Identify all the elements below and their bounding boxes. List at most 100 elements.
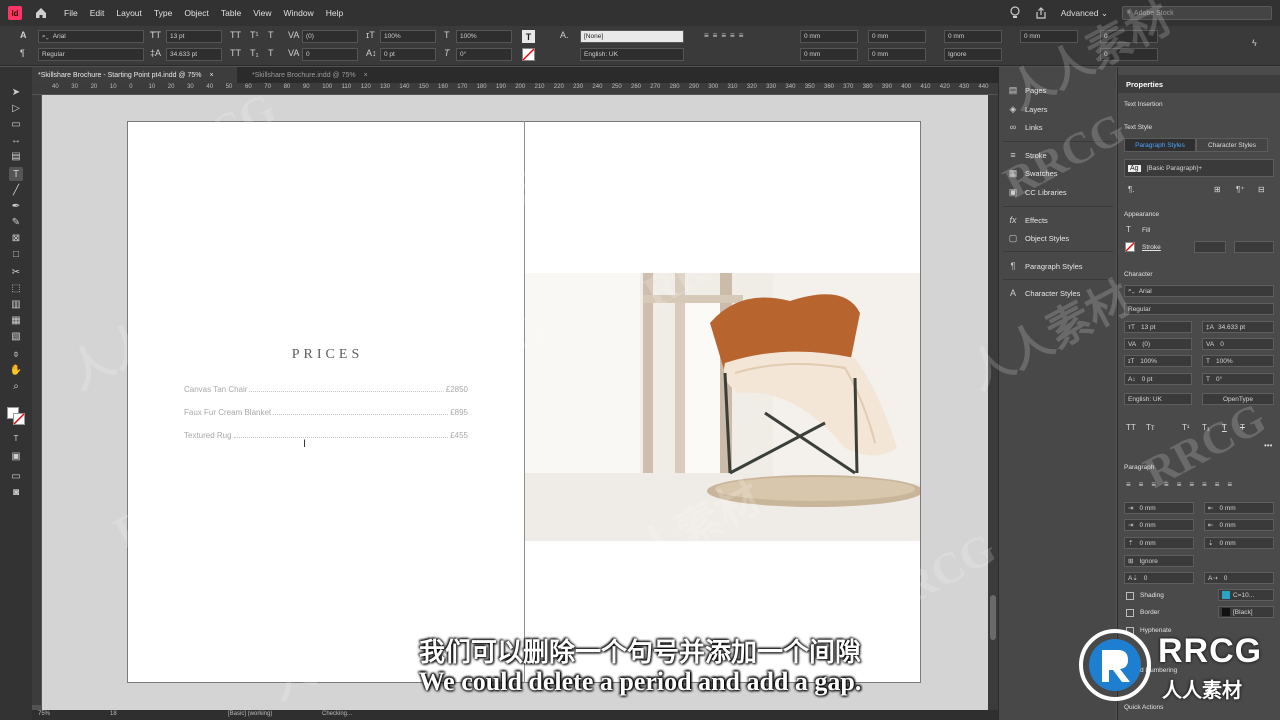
tab-character-styles[interactable]: Character Styles <box>1196 138 1268 152</box>
subscript-button[interactable]: T₁ <box>250 48 259 58</box>
small-caps-icon[interactable]: Tт <box>1146 423 1155 432</box>
baseline-shift-field[interactable]: A↕ 0 pt <box>1124 373 1192 385</box>
menu-object[interactable]: Object <box>184 8 209 18</box>
horizontal-scale-field[interactable]: 100% <box>456 30 512 43</box>
page-number-field[interactable]: 18 <box>110 711 117 717</box>
kerning-field[interactable]: VA (0) <box>1124 338 1192 350</box>
content-collector-icon[interactable]: ▤ <box>9 149 23 163</box>
fill-stroke-swatch[interactable] <box>7 407 25 425</box>
selection-tool-icon[interactable]: ➤ <box>9 85 23 99</box>
page-title[interactable]: PRICES <box>250 347 405 363</box>
tracking-field[interactable]: 0 <box>302 48 358 61</box>
zoom-tool-icon[interactable]: ⌕ <box>9 379 23 393</box>
character-style-field[interactable]: [None] <box>580 30 684 43</box>
underline-icon[interactable]: T <box>1222 423 1227 432</box>
stroke-type-field[interactable] <box>1234 241 1274 253</box>
share-icon[interactable] <box>1035 6 1047 20</box>
free-transform-tool-icon[interactable]: ⬚ <box>9 281 23 295</box>
pilcrow-icon[interactable]: ¶. <box>1128 185 1135 194</box>
skew-field[interactable]: 0° <box>456 48 512 61</box>
paragraph-align-buttons[interactable]: ≡ ≡ ≡ ≡ ≡ ≡ ≡ ≡ ≡ <box>1126 480 1276 490</box>
menu-layout[interactable]: Layout <box>116 8 142 18</box>
properties-tab[interactable]: Properties <box>1126 80 1163 89</box>
space-after-field[interactable]: 0 mm <box>1020 30 1078 43</box>
price-row[interactable]: Faux Fur Cream Blanket £895 <box>184 408 468 420</box>
edit-style-icon[interactable]: ⊟ <box>1258 185 1265 194</box>
paragraph-style-select[interactable]: Ag [Basic Paragraph]+ <box>1124 159 1274 177</box>
pen-tool-icon[interactable]: ✒ <box>9 199 23 213</box>
border-checkbox[interactable] <box>1126 609 1134 617</box>
panel-effects[interactable]: fx Effects <box>1007 215 1047 225</box>
normal-view-icon[interactable]: ▣ <box>9 449 23 463</box>
panel-stroke[interactable]: ≡ Stroke <box>1007 150 1046 160</box>
stroke-none-icon[interactable] <box>522 48 535 61</box>
superscript-button[interactable]: T¹ <box>250 30 259 40</box>
menu-window[interactable]: Window <box>284 8 314 18</box>
all-caps-icon[interactable]: TT <box>1126 423 1136 432</box>
price-row[interactable]: Textured Rug £455 <box>184 431 468 443</box>
drop-cap-lines-field[interactable]: 0 <box>1100 30 1158 43</box>
leading-field[interactable]: ‡A 34.633 pt <box>1202 321 1274 333</box>
hand-tool-icon[interactable]: ✋ <box>9 363 23 377</box>
horizontal-ruler[interactable]: 40 30 20 10 0 10 20 30 40 50 60 70 80 90 100 110 120 130 1… <box>32 83 998 95</box>
align-to-grid-field[interactable]: Ignore <box>944 48 1002 61</box>
vertical-ruler[interactable] <box>32 95 42 705</box>
font-style-field[interactable]: Regular <box>1124 303 1274 315</box>
all-caps-button[interactable]: TT <box>230 30 241 40</box>
working-style[interactable]: [Basic] (working) <box>228 711 272 717</box>
menu-file[interactable]: File <box>64 8 78 18</box>
gap-tool-icon[interactable]: ↔ <box>9 133 23 147</box>
shading-checkbox[interactable] <box>1126 592 1134 600</box>
fill-icon[interactable]: T <box>1126 225 1131 234</box>
tab-starting-point[interactable]: *Skillshare Brochure - Starting Point pt… <box>32 67 237 83</box>
menu-view[interactable]: View <box>253 8 271 18</box>
subscript-icon[interactable]: T₁ <box>1202 423 1210 432</box>
rectangle-tool-icon[interactable]: □ <box>9 247 23 261</box>
tracking-field[interactable]: VA 0 <box>1202 338 1274 350</box>
leading-field[interactable]: 34.633 pt <box>166 48 222 61</box>
create-style-icon[interactable]: ⊞ <box>1214 185 1221 194</box>
justify-right-icon[interactable]: ≡ <box>1189 480 1194 490</box>
align-left-icon[interactable]: ≡ <box>1126 480 1131 490</box>
gradient-swatch-tool-icon[interactable]: ▥ <box>9 297 23 311</box>
panel-links[interactable]: ∞ Links <box>1007 122 1043 132</box>
preflight-status[interactable]: Checking... <box>322 711 352 717</box>
stroke-none-icon[interactable] <box>1125 242 1135 252</box>
line-tool-icon[interactable]: ╱ <box>9 183 23 197</box>
drop-cap-lines-field[interactable]: A⇣ 0 <box>1124 572 1194 584</box>
vertical-scale-field[interactable]: 100% <box>380 30 436 43</box>
vertical-scale-field[interactable]: ɪT 100% <box>1124 355 1192 367</box>
justify-icon[interactable]: ≡ <box>739 31 744 42</box>
rectangle-frame-tool-icon[interactable]: ⊠ <box>9 231 23 245</box>
space-before-field[interactable]: 0 mm <box>944 30 1002 43</box>
menu-edit[interactable]: Edit <box>90 8 105 18</box>
tab-brochure[interactable]: *Skillshare Brochure.indd @ 75% × <box>246 67 386 83</box>
pencil-tool-icon[interactable]: ✎ <box>9 215 23 229</box>
zoom-level[interactable]: 75% <box>38 711 50 717</box>
formatting-affects-text-icon[interactable]: T <box>9 431 23 445</box>
strikethrough-icon[interactable]: T <box>1240 423 1245 432</box>
paragraph-mode-icon[interactable]: ¶ <box>20 48 25 58</box>
panel-cc-libraries[interactable]: ▣ CC Libraries <box>1007 187 1067 197</box>
direct-selection-tool-icon[interactable]: ▷ <box>9 101 23 115</box>
align-center-icon[interactable]: ≡ <box>713 31 718 42</box>
superscript-icon[interactable]: T¹ <box>1182 423 1190 432</box>
font-family-field[interactable]: ⌕⌄ Arial <box>38 30 144 43</box>
panel-pages[interactable]: ▤ Pages <box>1007 85 1047 95</box>
space-before-field[interactable]: ⇡ 0 mm <box>1124 537 1194 549</box>
home-icon[interactable] <box>34 6 48 20</box>
border-color-field[interactable]: [Black] <box>1218 606 1274 618</box>
menu-help[interactable]: Help <box>326 8 343 18</box>
skew-field[interactable]: T 0° <box>1202 373 1274 385</box>
type-tool-icon[interactable]: T <box>9 167 23 181</box>
menu-type[interactable]: Type <box>154 8 172 18</box>
drop-cap-chars-field[interactable]: A⇢ 0 <box>1204 572 1274 584</box>
font-family-field[interactable]: ⌕⌄ Arial <box>1124 285 1274 297</box>
right-indent-field[interactable]: 0 mm <box>800 48 858 61</box>
clear-overrides-icon[interactable]: ¶⁺ <box>1236 185 1245 194</box>
align-right-icon[interactable]: ≡ <box>721 31 726 42</box>
lightbulb-icon[interactable] <box>1009 6 1021 20</box>
adobe-stock-search[interactable]: ⌕ Adobe Stock <box>1122 6 1272 20</box>
scissors-tool-icon[interactable]: ✂ <box>9 265 23 279</box>
kerning-field[interactable]: (0) <box>302 30 358 43</box>
